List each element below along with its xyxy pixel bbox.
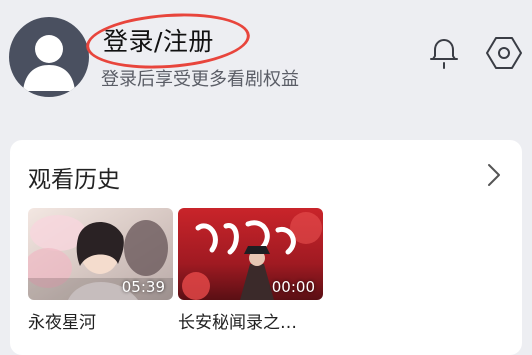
video-duration: 05:39 [121,278,165,296]
default-user-avatar-icon[interactable] [9,17,89,97]
watch-history-card: 观看历史 05:39 00:00 永夜星河 长安秘闻录之… [10,140,522,355]
video-title[interactable]: 永夜星河 [28,308,96,333]
profile-header: 登录/注册 登录后享受更多看剧权益 [0,0,532,130]
video-thumbnail[interactable]: 00:00 [178,208,323,300]
watch-history-title: 观看历史 [28,167,120,193]
video-thumbnail[interactable]: 05:39 [28,208,173,300]
login-benefits-text: 登录后享受更多看剧权益 [101,69,299,90]
video-duration: 00:00 [271,278,315,296]
highlight-annotation [84,8,252,74]
bell-icon[interactable] [425,34,463,72]
video-title[interactable]: 长安秘闻录之… [178,308,297,333]
chevron-right-icon[interactable] [483,162,505,188]
hexagon-settings-icon[interactable] [485,34,523,72]
